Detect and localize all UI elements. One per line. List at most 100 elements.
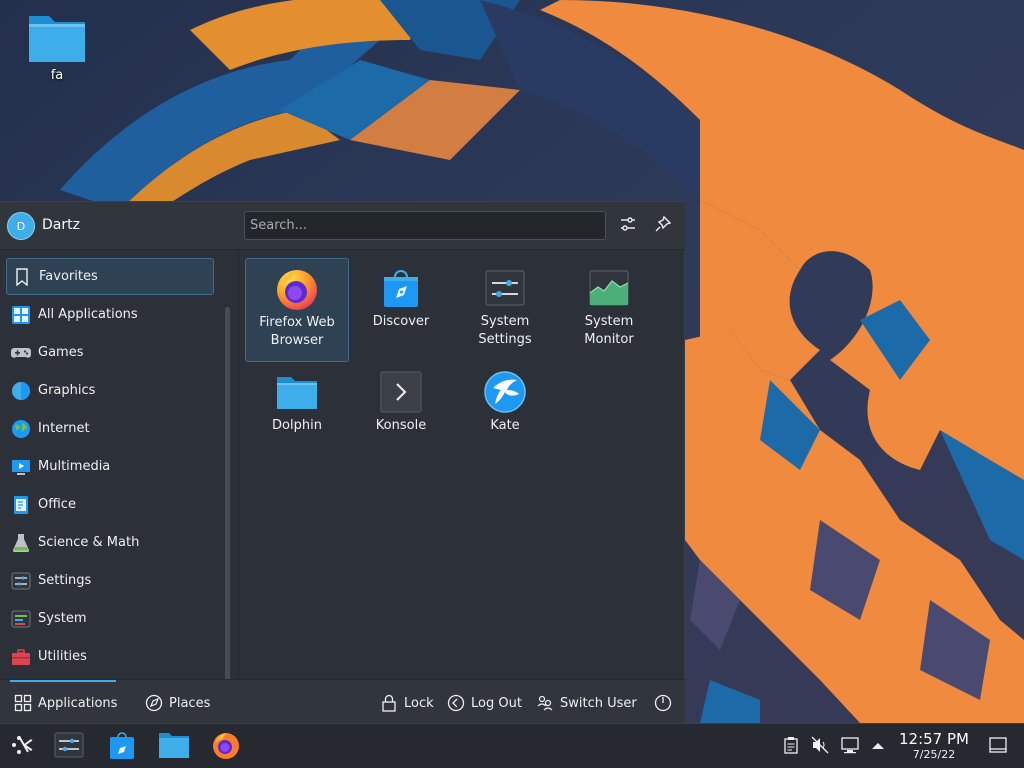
- system-settings-icon: [54, 731, 84, 763]
- category-sidebar: Favorites All Applications Games Graphic…: [0, 251, 238, 687]
- category-label: Office: [38, 497, 76, 512]
- app-name-line1: System: [480, 314, 530, 329]
- avatar[interactable]: D: [7, 212, 35, 240]
- office-icon: [10, 494, 32, 516]
- app-name-line1: Kate: [490, 418, 520, 433]
- firefox-icon: [273, 265, 321, 313]
- app-dolphin[interactable]: Dolphin: [245, 362, 349, 466]
- gamepad-icon: [10, 342, 32, 364]
- category-office[interactable]: Office: [6, 486, 214, 523]
- globe-icon: [10, 418, 32, 440]
- category-label: Graphics: [38, 383, 96, 398]
- switch-user-button[interactable]: Switch User: [536, 692, 637, 714]
- power-button[interactable]: [654, 692, 678, 714]
- clock-date: 7/25/22: [912, 748, 956, 761]
- category-games[interactable]: Games: [6, 334, 214, 371]
- chevron-up-icon: [871, 740, 885, 755]
- konsole-icon: [377, 368, 425, 416]
- category-science-math[interactable]: Science & Math: [6, 524, 214, 561]
- configure-button[interactable]: [616, 214, 640, 238]
- lock-icon: [380, 694, 398, 712]
- app-name-line1: Discover: [372, 314, 430, 329]
- category-all-applications[interactable]: All Applications: [6, 296, 214, 333]
- settings-icon: [10, 570, 32, 592]
- tab-places-label: Places: [169, 695, 211, 711]
- category-label: Multimedia: [38, 459, 111, 474]
- digital-clock[interactable]: 12:57 PM 7/25/22: [897, 731, 971, 762]
- category-label: All Applications: [38, 307, 138, 322]
- dolphin-icon: [273, 368, 321, 416]
- desktop-folder-label: fa: [50, 68, 64, 83]
- kate-icon: [481, 368, 529, 416]
- app-name-line2: Monitor: [584, 332, 634, 347]
- category-favorites[interactable]: Favorites: [6, 258, 214, 295]
- taskbar-system-settings[interactable]: [52, 730, 86, 764]
- app-kate[interactable]: Kate: [453, 362, 557, 466]
- app-name-line2: Browser: [270, 333, 324, 348]
- grid-icon: [14, 694, 32, 712]
- show-desktop-button[interactable]: [988, 737, 1008, 757]
- switch-user-label: Switch User: [560, 695, 637, 711]
- app-system-monitor[interactable]: System Monitor: [557, 258, 661, 362]
- grid-apps-icon: [10, 304, 32, 326]
- system-settings-icon: [481, 264, 529, 312]
- app-firefox[interactable]: Firefox Web Browser: [245, 258, 349, 362]
- category-multimedia[interactable]: Multimedia: [6, 448, 214, 485]
- tab-applications-label: Applications: [38, 695, 118, 711]
- app-discover[interactable]: Discover: [349, 258, 453, 362]
- logout-icon: [447, 694, 465, 712]
- category-label: System: [38, 611, 87, 626]
- app-name-line1: Dolphin: [272, 418, 322, 433]
- desktop-folder[interactable]: fa: [14, 10, 100, 83]
- volume-tray[interactable]: [810, 736, 830, 758]
- app-name-line1: Firefox Web: [259, 315, 335, 330]
- bookmark-icon: [11, 266, 33, 288]
- category-label: Science & Math: [38, 535, 140, 550]
- volume-muted-icon: [811, 736, 829, 758]
- category-system[interactable]: System: [6, 600, 214, 637]
- taskbar-dolphin[interactable]: [157, 730, 191, 764]
- discover-icon: [377, 264, 425, 312]
- active-tab-indicator: [10, 680, 116, 682]
- search-box[interactable]: [244, 211, 606, 240]
- dolphin-icon: [158, 731, 190, 763]
- category-label: Favorites: [39, 269, 98, 284]
- taskbar-firefox[interactable]: [209, 730, 243, 764]
- clipboard-tray[interactable]: [781, 737, 801, 757]
- kde-logo-icon: [9, 732, 35, 762]
- folder-icon: [27, 10, 87, 66]
- category-graphics[interactable]: Graphics: [6, 372, 214, 409]
- multimedia-icon: [10, 456, 32, 478]
- clock-time: 12:57 PM: [899, 730, 969, 748]
- tab-places[interactable]: Places: [145, 692, 210, 714]
- app-name-line2: Settings: [478, 332, 532, 347]
- category-settings[interactable]: Settings: [6, 562, 214, 599]
- app-name-line1: Konsole: [375, 418, 427, 433]
- application-launcher: D Dartz Favorites All Applications Games: [0, 201, 685, 724]
- app-system-settings[interactable]: System Settings: [453, 258, 557, 362]
- logout-button[interactable]: Log Out: [447, 692, 522, 714]
- clipboard-icon: [783, 736, 799, 758]
- lock-button[interactable]: Lock: [380, 692, 434, 714]
- taskbar-discover[interactable]: [105, 730, 139, 764]
- category-label: Utilities: [38, 649, 87, 664]
- category-utilities[interactable]: Utilities: [6, 638, 214, 675]
- app-name-line1: System: [584, 314, 634, 329]
- pin-button[interactable]: [651, 214, 675, 238]
- system-monitor-icon: [585, 264, 633, 312]
- network-tray[interactable]: [840, 737, 860, 757]
- flask-icon: [10, 532, 32, 554]
- graphics-icon: [10, 380, 32, 402]
- sidebar-scrollbar[interactable]: [225, 307, 230, 687]
- system-icon: [10, 608, 32, 630]
- category-label: Games: [38, 345, 84, 360]
- launcher-footer: Applications Places Lock Log Out Switch …: [0, 679, 685, 724]
- app-konsole[interactable]: Konsole: [349, 362, 453, 466]
- application-launcher-button[interactable]: [5, 730, 39, 764]
- tab-applications[interactable]: Applications: [14, 692, 117, 714]
- compass-icon: [145, 694, 163, 712]
- search-input[interactable]: [245, 212, 605, 239]
- category-internet[interactable]: Internet: [6, 410, 214, 447]
- lock-label: Lock: [404, 695, 434, 711]
- show-hidden-icons-button[interactable]: [868, 737, 888, 757]
